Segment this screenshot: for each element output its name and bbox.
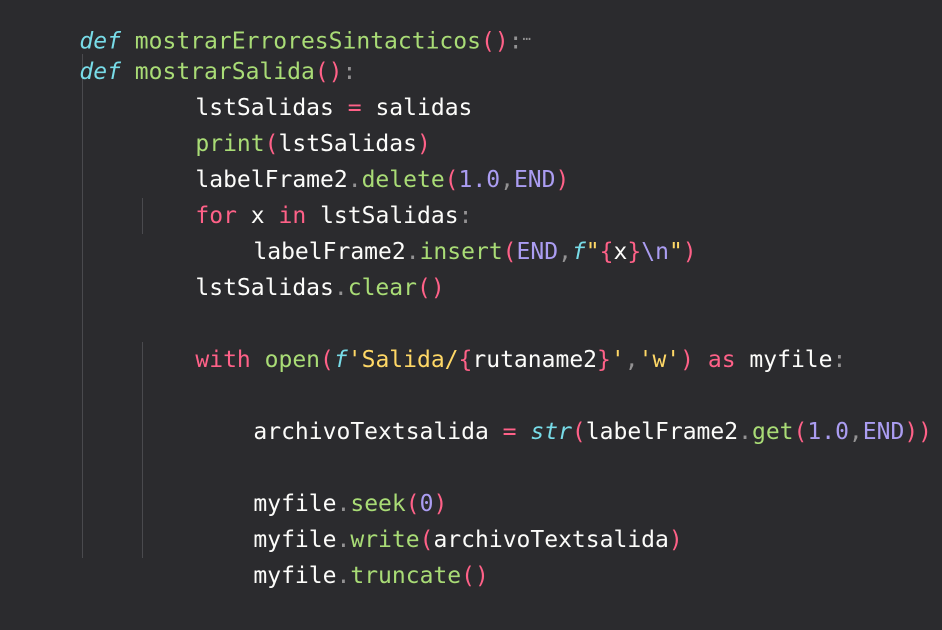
code-line[interactable]: print(lstSalidas) bbox=[140, 90, 430, 157]
code-line[interactable]: def mostrarSalida(): bbox=[24, 18, 356, 85]
code-line[interactable]: lstSalidas = salidas bbox=[140, 54, 472, 121]
code-line[interactable]: myfile.seek(0) bbox=[198, 450, 447, 517]
code-line[interactable]: for x in lstSalidas: bbox=[140, 162, 472, 229]
code-line[interactable]: labelFrame2.insert(END,f"{x}\n") bbox=[198, 198, 696, 265]
code-line-partial[interactable]: def mostrarErroresSintacticos():… bbox=[24, 0, 531, 55]
indent-guide bbox=[82, 54, 83, 558]
code-line[interactable]: lstSalidas.clear() bbox=[140, 234, 444, 301]
code-line[interactable]: myfile.write(archivoTextsalida) bbox=[198, 486, 682, 553]
code-line[interactable]: with open(f'Salida/{rutaname2}','w') as … bbox=[140, 306, 846, 373]
code-editor[interactable]: def mostrarErroresSintacticos():… def mo… bbox=[0, 0, 942, 612]
code-line[interactable]: myfile.truncate() bbox=[198, 522, 488, 589]
code-line[interactable]: labelFrame2.delete(1.0,END) bbox=[140, 126, 569, 193]
code-line[interactable]: archivoTextsalida = str(labelFrame2.get(… bbox=[198, 378, 932, 445]
fold-ellipsis-icon[interactable]: … bbox=[523, 28, 531, 44]
